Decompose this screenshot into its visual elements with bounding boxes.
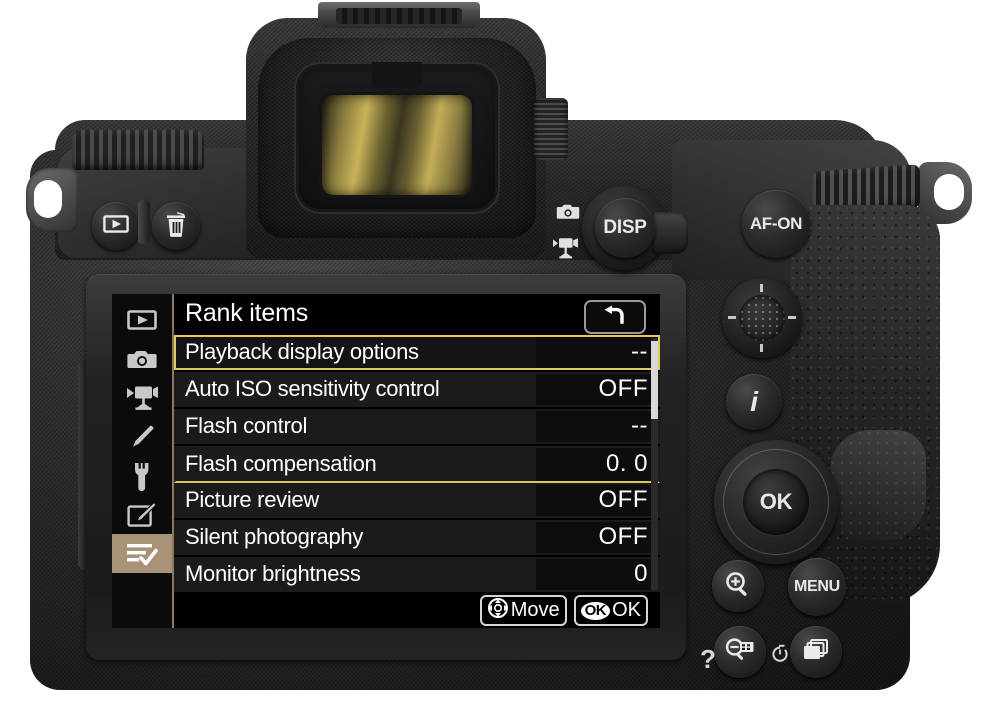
- release-mode-button[interactable]: [790, 626, 842, 678]
- trash-icon: [164, 211, 188, 242]
- menu-row-picture-review[interactable]: Picture review OFF: [174, 482, 660, 518]
- camera-rear-view: Nikon: [0, 0, 1000, 709]
- electronic-viewfinder-glass: [322, 95, 472, 195]
- sidebar-item-movie-shooting-menu[interactable]: [112, 378, 172, 417]
- strap-lug-left: [26, 168, 78, 232]
- photo-mode-icon: [556, 203, 580, 225]
- menu-content: Rank items Playback display options -- A…: [172, 294, 660, 628]
- pencil-icon: [128, 423, 156, 451]
- button-separator-rib: [138, 200, 150, 244]
- eye-sensor: [372, 62, 422, 88]
- multi-selector-icon: [487, 597, 509, 624]
- af-on-button-label: AF-ON: [749, 214, 803, 233]
- sidebar-item-my-menu[interactable]: [112, 534, 172, 573]
- multi-selector-ring[interactable]: [723, 449, 829, 555]
- wrench-icon: [129, 461, 155, 491]
- menu-row-value: OFF: [536, 373, 658, 405]
- menu-row-value: 0. 0: [536, 447, 658, 481]
- sub-selector-nub[interactable]: [739, 295, 785, 341]
- back-button[interactable]: [584, 300, 646, 334]
- menu-sidebar[interactable]: [112, 294, 172, 628]
- back-arrow-icon: [602, 305, 628, 330]
- menu-row-silent-photography[interactable]: Silent photography OFF: [174, 519, 660, 555]
- hint-move: Move: [479, 595, 567, 627]
- menu-row-value: OFF: [536, 521, 658, 553]
- menu-row-label: Picture review: [185, 487, 319, 513]
- help-question-mark-icon: ?: [700, 644, 716, 674]
- menu-row-label: Playback display options: [185, 339, 419, 365]
- playback-button[interactable]: [92, 202, 140, 250]
- menu-row-label: Auto ISO sensitivity control: [185, 376, 440, 402]
- hot-shoe-contacts: [336, 8, 462, 24]
- menu-item-list[interactable]: Playback display options -- Auto ISO sen…: [174, 334, 660, 594]
- af-on-button[interactable]: AF-ON: [742, 190, 810, 258]
- page-title: Rank items: [185, 299, 309, 328]
- delete-button[interactable]: [152, 202, 200, 250]
- menu-row-monitor-brightness[interactable]: Monitor brightness 0: [174, 556, 660, 592]
- video-mode-icon: [552, 237, 580, 264]
- menu-header: Rank items: [174, 294, 660, 334]
- menu-row-label: Silent photography: [185, 524, 364, 550]
- i-button[interactable]: i: [726, 374, 782, 430]
- sidebar-item-retouch-menu[interactable]: [112, 495, 172, 534]
- frames-stack-icon: [802, 638, 830, 667]
- sidebar-item-custom-settings-menu[interactable]: [112, 417, 172, 456]
- menu-row-value: OFF: [536, 484, 658, 516]
- thumb-rest: [830, 430, 926, 540]
- ok-badge-icon: OK: [580, 601, 611, 620]
- menu-row-label: Flash control: [185, 413, 308, 439]
- magnifier-plus-icon: [724, 570, 752, 603]
- zoom-out-button[interactable]: [714, 626, 766, 678]
- menu-button[interactable]: MENU: [788, 558, 846, 616]
- playback-icon: [103, 214, 129, 238]
- multi-selector[interactable]: OK: [714, 440, 838, 564]
- sidebar-item-setup-menu[interactable]: [112, 456, 172, 495]
- disp-button[interactable]: DISP: [595, 198, 655, 258]
- menu-row-label: Monitor brightness: [185, 561, 361, 587]
- menu-row-flash-control[interactable]: Flash control --: [174, 408, 660, 444]
- movie-camera-icon: [125, 385, 159, 411]
- camera-icon: [126, 348, 158, 370]
- menu-button-label: MENU: [794, 578, 840, 595]
- disp-button-label: DISP: [603, 217, 647, 238]
- retouch-brush-icon: [127, 501, 157, 528]
- left-knurled-dial[interactable]: [72, 130, 204, 170]
- sub-selector-joystick[interactable]: [722, 278, 802, 358]
- menu-scrollbar-thumb[interactable]: [651, 341, 658, 419]
- menu-scrollbar[interactable]: [651, 338, 658, 590]
- menu-row-auto-iso-sensitivity-control[interactable]: Auto ISO sensitivity control OFF: [174, 371, 660, 407]
- menu-footer-hints: Move OK OK: [174, 593, 660, 628]
- rear-monitor-screen[interactable]: Rank items Playback display options -- A…: [112, 294, 660, 628]
- menu-row-flash-compensation[interactable]: Flash compensation 0. 0: [174, 445, 660, 483]
- display-mode-lever[interactable]: [652, 212, 688, 254]
- sidebar-item-photo-shooting-menu[interactable]: [112, 339, 172, 378]
- menu-row-label: Flash compensation: [185, 451, 377, 477]
- menu-row-value: --: [536, 336, 658, 368]
- menu-row-playback-display-options[interactable]: Playback display options --: [174, 334, 660, 370]
- zoom-in-button[interactable]: [712, 560, 764, 612]
- hint-ok: OK OK: [573, 595, 648, 627]
- magnifier-minus-thumbnails-icon: [725, 637, 755, 668]
- hint-move-label: Move: [510, 599, 560, 622]
- self-timer-icon: [770, 644, 790, 669]
- i-button-label: i: [750, 386, 758, 417]
- playback-icon: [127, 309, 157, 330]
- menu-row-value: 0: [536, 558, 658, 590]
- hint-ok-label: OK: [612, 599, 641, 622]
- my-menu-checklist-icon: [125, 541, 159, 567]
- sidebar-item-playback-menu[interactable]: [112, 300, 172, 339]
- diopter-adjustment-dial[interactable]: [534, 98, 568, 160]
- menu-row-value: --: [536, 410, 658, 442]
